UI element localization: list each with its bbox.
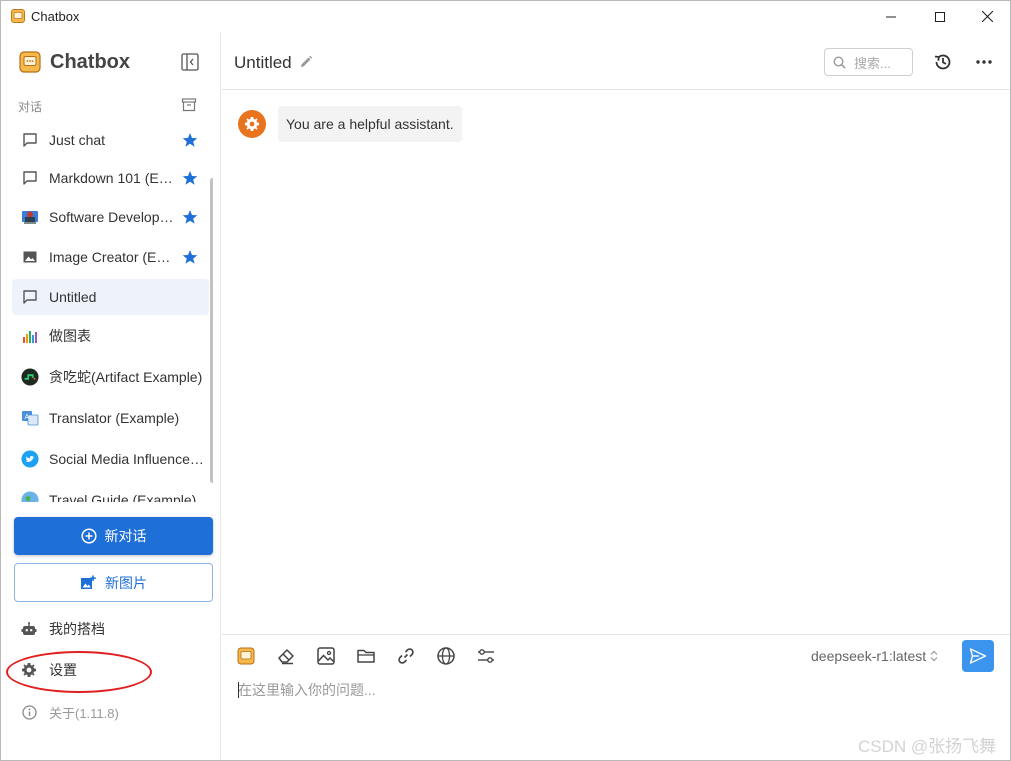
about-menu-item[interactable]: 关于(1.11.8) xyxy=(21,702,119,722)
globe-icon[interactable] xyxy=(436,646,456,666)
session-label: 贪吃蛇(Artifact Example) xyxy=(49,369,203,385)
main-header: Untitled 搜索... xyxy=(222,32,1010,90)
folder-icon[interactable] xyxy=(356,646,376,666)
snake-game-avatar-icon xyxy=(21,368,39,386)
session-label: Travel Guide (Example) xyxy=(49,492,197,502)
star-icon[interactable] xyxy=(182,209,198,225)
minimize-button[interactable] xyxy=(868,1,914,32)
session-label: Software Developer (Example) xyxy=(49,209,177,225)
brand-name: Chatbox xyxy=(50,50,130,73)
session-label: Markdown 101 (Example) xyxy=(49,170,177,186)
system-message: You are a helpful assistant. xyxy=(238,106,462,142)
robot-icon xyxy=(21,621,37,637)
close-button[interactable] xyxy=(964,1,1010,32)
session-label: 做图表 xyxy=(49,328,91,344)
about-label: 关于(1.11.8) xyxy=(49,705,119,721)
new-chat-button[interactable]: 新对话 xyxy=(14,517,213,555)
search-placeholder: 搜索... xyxy=(854,55,891,71)
session-label: Just chat xyxy=(49,132,106,148)
main-panel: Untitled 搜索... You are a helpful assista… xyxy=(222,32,1010,760)
search-button[interactable]: 搜索... xyxy=(824,48,913,76)
star-icon[interactable] xyxy=(182,170,198,186)
session-label: Translator (Example) xyxy=(49,410,180,426)
unfold-icon xyxy=(930,650,938,662)
close-icon xyxy=(981,11,993,22)
maximize-button[interactable] xyxy=(917,1,963,32)
chat-bubble-icon xyxy=(21,131,39,149)
minimize-icon xyxy=(886,16,896,17)
svg-text:A: A xyxy=(25,414,30,421)
session-item[interactable]: Image Creator (Example) xyxy=(12,239,209,275)
translate-avatar-icon: A xyxy=(21,409,39,427)
add-image-icon xyxy=(81,575,96,589)
session-label: Untitled xyxy=(49,289,97,305)
text-caret xyxy=(238,682,239,698)
system-avatar[interactable] xyxy=(238,110,266,138)
chat-bubble-icon xyxy=(21,288,39,306)
history-icon[interactable] xyxy=(933,52,953,72)
session-item-active[interactable]: Untitled xyxy=(12,279,209,315)
chat-bubble-icon xyxy=(21,169,39,187)
collapse-sidebar-icon[interactable] xyxy=(181,53,199,71)
maximize-icon xyxy=(935,11,945,22)
add-circle-icon xyxy=(80,528,97,544)
session-item[interactable]: A Translator (Example) xyxy=(12,400,209,436)
session-item[interactable]: 贪吃蛇(Artifact Example) xyxy=(12,359,209,395)
image-icon xyxy=(21,248,39,266)
session-item[interactable]: Software Developer (Example) xyxy=(12,199,209,235)
sessions-section-label: 对话 xyxy=(18,100,43,114)
settings-sliders-icon[interactable] xyxy=(476,646,496,666)
gear-icon xyxy=(245,117,259,131)
annotation-highlight-ellipse xyxy=(6,651,152,693)
new-chat-label: 新对话 xyxy=(104,528,147,544)
session-item[interactable]: Social Media Influencer (Example) xyxy=(12,441,209,477)
session-item[interactable]: Just chat xyxy=(12,122,209,158)
session-label: Image Creator (Example) xyxy=(49,249,177,265)
session-label: Social Media Influencer (Example) xyxy=(49,451,207,467)
message-bubble: You are a helpful assistant. xyxy=(278,106,462,142)
chatbox-logo-icon[interactable] xyxy=(236,646,256,666)
search-icon xyxy=(833,55,846,69)
title-bar: Chatbox xyxy=(1,1,1010,32)
chatbox-window: Chatbox Chatbox 对话 Just chat Markdown 10… xyxy=(0,0,1011,761)
new-image-button[interactable]: 新图片 xyxy=(14,563,213,602)
send-button[interactable] xyxy=(962,640,994,672)
eraser-icon[interactable] xyxy=(276,646,296,666)
star-icon[interactable] xyxy=(182,249,198,265)
image-icon[interactable] xyxy=(316,646,336,666)
info-icon xyxy=(21,704,37,720)
my-copilots-menu-item[interactable]: 我的搭档 xyxy=(21,619,105,639)
developer-avatar-icon xyxy=(21,208,39,226)
app-logo-icon xyxy=(11,9,25,23)
send-icon xyxy=(969,648,987,664)
star-icon[interactable] xyxy=(182,132,198,148)
brand: Chatbox xyxy=(19,50,130,74)
chart-avatar-icon xyxy=(21,327,39,345)
chat-title[interactable]: Untitled xyxy=(234,53,292,73)
more-options-icon[interactable] xyxy=(974,52,994,72)
message-input[interactable] xyxy=(238,679,938,701)
session-item[interactable]: 做图表 xyxy=(12,318,209,354)
session-list: Just chat Markdown 101 (Example) xyxy=(1,122,213,502)
sidebar: Chatbox 对话 Just chat Markdown 101 (Exa S… xyxy=(1,32,221,760)
new-image-label: 新图片 xyxy=(105,574,147,591)
watermark: CSDN @张扬飞舞 xyxy=(858,737,997,756)
session-item[interactable]: Travel Guide (Example) xyxy=(12,482,209,502)
my-copilots-label: 我的搭档 xyxy=(49,621,105,637)
session-item[interactable]: Markdown 101 (Example) xyxy=(12,160,209,196)
globe-avatar-icon xyxy=(21,491,39,502)
window-title: Chatbox xyxy=(31,9,80,24)
twitter-bird-icon xyxy=(21,450,39,468)
model-selector[interactable]: deepseek-r1:latest xyxy=(811,648,938,664)
archive-icon[interactable] xyxy=(181,97,197,113)
link-icon[interactable] xyxy=(396,646,416,666)
edit-title-icon[interactable] xyxy=(299,55,313,69)
model-name: deepseek-r1:latest xyxy=(811,648,927,664)
session-list-scrollbar[interactable] xyxy=(210,178,213,483)
chatbox-logo-icon xyxy=(19,51,41,73)
